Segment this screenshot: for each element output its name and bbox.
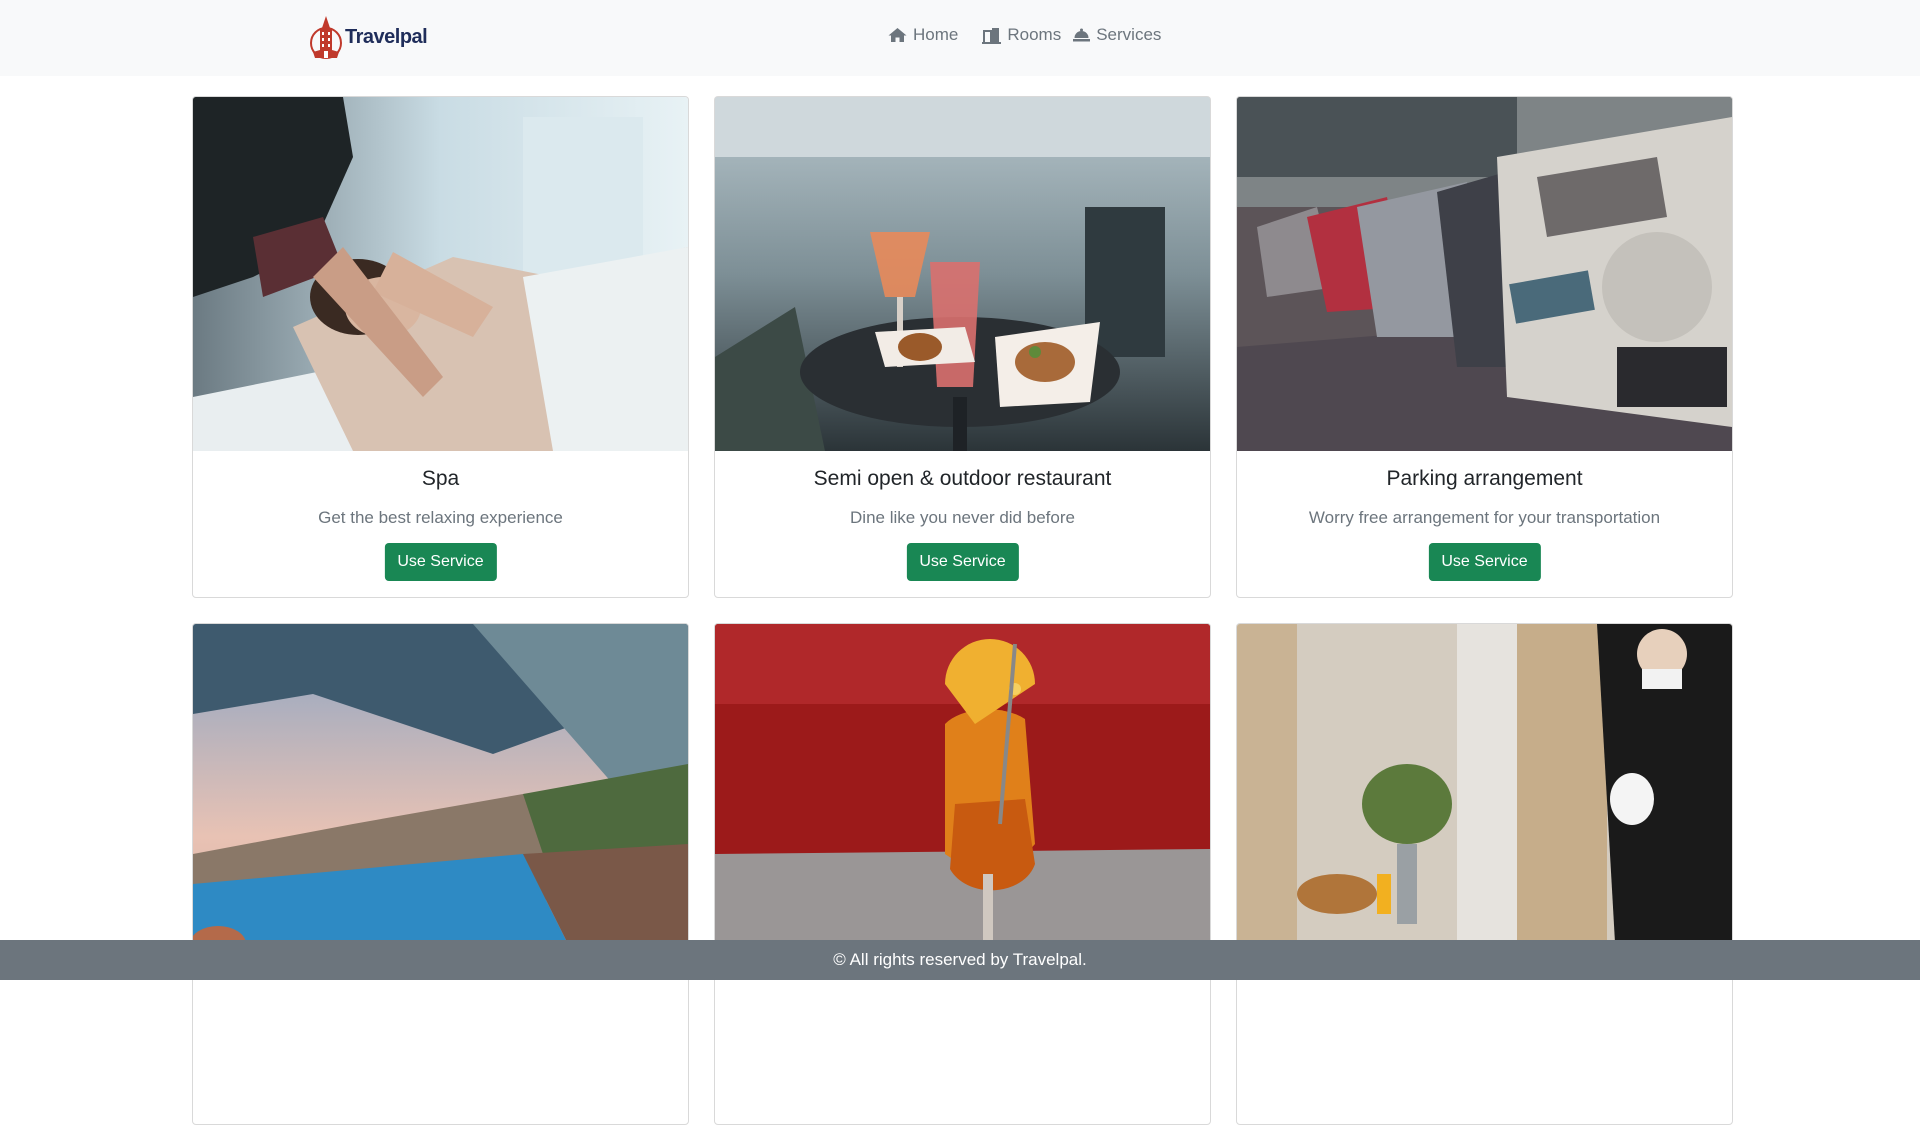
card-description: Get the best relaxing experience — [318, 508, 563, 527]
service-card-spa: Spa Get the best relaxing experience Use… — [192, 96, 689, 598]
use-service-button[interactable]: Use Service — [906, 543, 1019, 581]
nav-rooms-label: Rooms — [1007, 25, 1062, 44]
service-card-pool — [192, 623, 689, 1125]
service-card-restaurant: Semi open & outdoor restaurant Dine like… — [714, 96, 1211, 598]
card-description: Dine like you never did before — [850, 508, 1075, 527]
service-card-room-service — [1236, 623, 1733, 1125]
parking-image — [1237, 97, 1732, 451]
card-title: Spa — [421, 467, 460, 490]
home-icon — [888, 28, 907, 42]
brand-name: Travelpal — [345, 25, 428, 48]
nav-services[interactable]: Services — [1073, 25, 1161, 45]
pool-image — [193, 624, 688, 978]
footer-copyright: © All rights reserved by Travelpal. — [833, 950, 1087, 969]
service-card-bar — [714, 623, 1211, 1125]
main-nav: Home Rooms Services — [888, 25, 1177, 45]
footer: © All rights reserved by Travelpal. — [0, 940, 1920, 980]
cocktail-image — [715, 624, 1210, 978]
spa-image — [193, 97, 688, 451]
bell-icon — [1073, 28, 1091, 42]
room-service-image — [1237, 624, 1732, 978]
use-service-button[interactable]: Use Service — [384, 543, 497, 581]
card-description: Worry free arrangement for your transpor… — [1308, 508, 1661, 527]
use-service-button[interactable]: Use Service — [1428, 543, 1541, 581]
nav-rooms[interactable]: Rooms — [982, 25, 1061, 45]
service-card-parking: Parking arrangement Worry free arrangeme… — [1236, 96, 1733, 598]
card-title: Semi open & outdoor restaurant — [813, 467, 1112, 490]
navbar: Travelpal Home Rooms Services — [0, 0, 1920, 76]
brand-link[interactable]: Travelpal — [309, 14, 428, 60]
tower-logo-icon — [310, 16, 342, 59]
card-title: Parking arrangement — [1386, 467, 1583, 490]
nav-services-label: Services — [1096, 25, 1162, 44]
rooms-icon — [982, 27, 1002, 44]
nav-home[interactable]: Home — [888, 25, 958, 45]
nav-home-label: Home — [913, 25, 959, 44]
restaurant-image — [715, 97, 1210, 451]
